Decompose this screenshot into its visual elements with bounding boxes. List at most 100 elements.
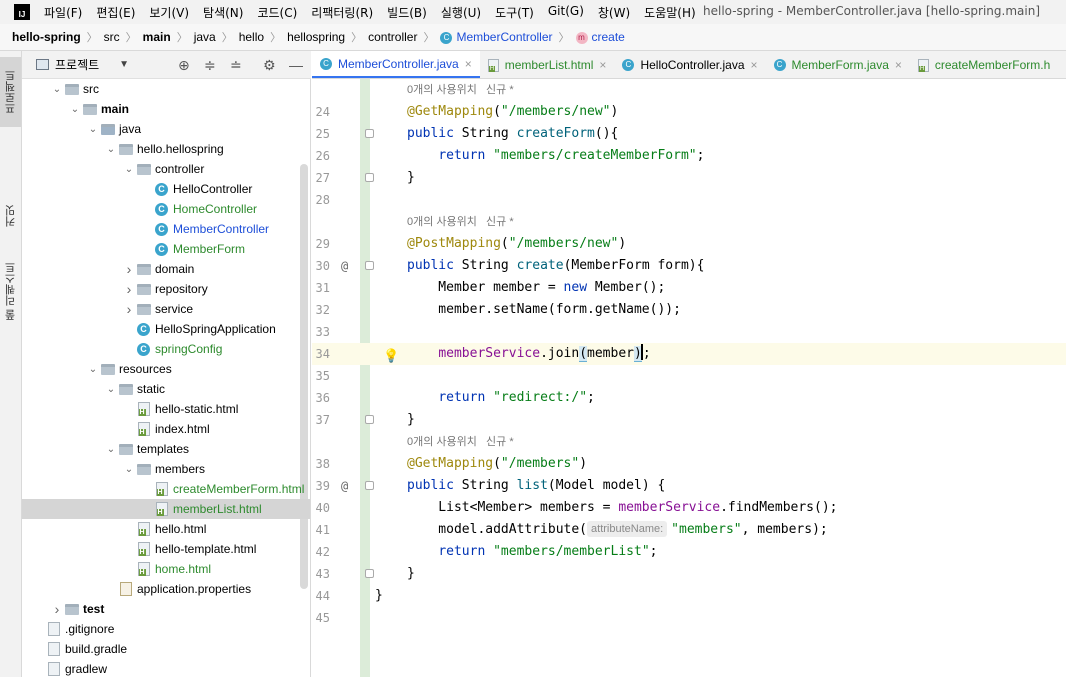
editor-tab[interactable]: createMemberForm.h bbox=[910, 51, 1058, 78]
code-line[interactable]: 37} bbox=[312, 409, 1066, 431]
close-icon[interactable]: × bbox=[599, 58, 606, 72]
intellij-logo-icon[interactable]: IJ bbox=[14, 4, 30, 20]
fold-marker-icon[interactable] bbox=[365, 129, 374, 138]
fold-marker-icon[interactable] bbox=[365, 481, 374, 490]
editor-tab[interactable]: memberList.html × bbox=[480, 51, 615, 78]
breadcrumb-item[interactable]: C MemberController bbox=[440, 30, 553, 44]
tool-tab-commit[interactable]: 커밋 bbox=[0, 191, 21, 241]
tree-item[interactable]: ⌄ members bbox=[22, 459, 310, 479]
tool-tab-pull-requests[interactable]: 풀 리퀘스트 bbox=[0, 251, 21, 331]
tree-item[interactable]: C MemberController bbox=[22, 219, 310, 239]
editor-tab[interactable]: C MemberController.java × bbox=[312, 51, 480, 78]
gear-icon[interactable]: ⚙ bbox=[263, 57, 276, 73]
menu-item[interactable]: 편집(E) bbox=[96, 4, 135, 21]
tree-item[interactable]: memberList.html bbox=[22, 499, 310, 519]
tree-item[interactable]: ⌄ java bbox=[22, 119, 310, 139]
menu-item[interactable]: 도구(T) bbox=[495, 4, 534, 21]
menu-item[interactable]: 빌드(B) bbox=[387, 4, 427, 21]
editor-tab[interactable]: C MemberForm.java × bbox=[766, 51, 910, 78]
chevron-down-icon[interactable]: ⌄ bbox=[104, 144, 118, 155]
tree-item[interactable]: hello-template.html bbox=[22, 539, 310, 559]
usage-hint[interactable]: 0개의 사용위치 신규 * bbox=[407, 211, 514, 233]
fold-marker-icon[interactable] bbox=[365, 173, 374, 182]
usage-hint[interactable]: 0개의 사용위치 신규 * bbox=[407, 431, 514, 453]
tree-item[interactable]: CspringConfig bbox=[22, 339, 310, 359]
breadcrumb-item[interactable]: java bbox=[194, 30, 216, 44]
breadcrumb-item[interactable]: m create bbox=[575, 30, 625, 44]
code-line[interactable]: 26 return "members/createMemberForm"; bbox=[312, 145, 1066, 167]
tree-item[interactable]: › domain bbox=[22, 259, 310, 279]
tree-item[interactable]: index.html bbox=[22, 419, 310, 439]
menu-item[interactable]: 보기(V) bbox=[149, 4, 189, 21]
code-line[interactable]: 34 💡 memberService.join(member); bbox=[312, 343, 1066, 365]
tree-item[interactable]: C HelloController bbox=[22, 179, 310, 199]
code-line[interactable]: 33 bbox=[312, 321, 1066, 343]
chevron-down-icon[interactable]: ⌄ bbox=[50, 84, 64, 95]
code-line[interactable]: 35 bbox=[312, 365, 1066, 387]
fold-marker-icon[interactable] bbox=[365, 415, 374, 424]
tree-item[interactable]: ⌄ resources bbox=[22, 359, 310, 379]
chevron-right-icon[interactable]: › bbox=[122, 261, 136, 277]
tree-item[interactable]: createMemberForm.html bbox=[22, 479, 310, 499]
tree-item[interactable]: › test bbox=[22, 599, 310, 619]
code-line[interactable]: 43} bbox=[312, 563, 1066, 585]
tree-item[interactable]: hello.html bbox=[22, 519, 310, 539]
breadcrumb-item[interactable]: hello-spring bbox=[12, 30, 81, 44]
tree-item[interactable]: gradlew bbox=[22, 659, 310, 677]
menu-item[interactable]: Git(G) bbox=[548, 4, 584, 21]
code-line[interactable]: 30 @ public String create(MemberForm form)… bbox=[312, 255, 1066, 277]
breadcrumb-item[interactable]: hello bbox=[239, 30, 264, 44]
code-line[interactable]: 29 @PostMapping("/members/new") bbox=[312, 233, 1066, 255]
code-line[interactable]: 31 Member member = new Member(); bbox=[312, 277, 1066, 299]
project-panel-title[interactable]: 프로젝트 bbox=[55, 56, 99, 73]
chevron-down-icon[interactable]: ⌄ bbox=[104, 384, 118, 395]
code-line[interactable]: 45 bbox=[312, 607, 1066, 629]
menu-item[interactable]: 파일(F) bbox=[44, 4, 82, 21]
code-line[interactable]: 36 return "redirect:/"; bbox=[312, 387, 1066, 409]
implementation-marker-icon[interactable]: @ bbox=[341, 475, 348, 497]
code-line[interactable]: 24 @GetMapping("/members/new") bbox=[312, 101, 1066, 123]
tree-item[interactable]: › repository bbox=[22, 279, 310, 299]
code-line[interactable]: 44} bbox=[312, 585, 1066, 607]
code-line[interactable]: 25 public String createForm(){ bbox=[312, 123, 1066, 145]
collapse-all-icon[interactable]: ≐ bbox=[230, 57, 242, 73]
code-line[interactable]: 27} bbox=[312, 167, 1066, 189]
code-editor[interactable]: 0개의 사용위치 신규 * 24 @GetMapping("/members/new… bbox=[312, 79, 1066, 677]
menu-item[interactable]: 창(W) bbox=[598, 4, 630, 21]
locate-icon[interactable]: ⊕ bbox=[178, 57, 190, 73]
code-line[interactable]: 40 List<Member> members = memberService.… bbox=[312, 497, 1066, 519]
code-line[interactable]: 28 bbox=[312, 189, 1066, 211]
chevron-right-icon[interactable]: › bbox=[122, 301, 136, 317]
tree-item[interactable]: ⌄ templates bbox=[22, 439, 310, 459]
breadcrumb-item[interactable]: controller bbox=[368, 30, 417, 44]
tree-item[interactable]: ⌄ main bbox=[22, 99, 310, 119]
code-line[interactable]: 32 member.setName(form.getName()); bbox=[312, 299, 1066, 321]
close-icon[interactable]: × bbox=[751, 58, 758, 72]
chevron-down-icon[interactable]: ⌄ bbox=[122, 164, 136, 175]
chevron-down-icon[interactable]: ⌄ bbox=[68, 104, 82, 115]
tree-item[interactable]: .gitignore bbox=[22, 619, 310, 639]
implementation-marker-icon[interactable]: @ bbox=[341, 255, 348, 277]
code-line[interactable]: 42 return "members/memberList"; bbox=[312, 541, 1066, 563]
chevron-down-icon[interactable]: ⌄ bbox=[122, 464, 136, 475]
tree-item[interactable]: C HomeController bbox=[22, 199, 310, 219]
breadcrumb-item[interactable]: hellospring bbox=[287, 30, 345, 44]
expand-all-icon[interactable]: ≑ bbox=[204, 57, 216, 73]
code-line[interactable]: 41 model.addAttribute(attributeName: "mem… bbox=[312, 519, 1066, 541]
tree-item[interactable]: ⌄ src bbox=[22, 79, 310, 99]
tree-item[interactable]: application.properties bbox=[22, 579, 310, 599]
chevron-down-icon[interactable]: ⌄ bbox=[104, 444, 118, 455]
chevron-down-icon[interactable]: ▼ bbox=[119, 59, 129, 70]
tree-item[interactable]: home.html bbox=[22, 559, 310, 579]
editor-tab[interactable]: C HelloController.java × bbox=[614, 51, 765, 78]
tree-item[interactable]: › service bbox=[22, 299, 310, 319]
tree-item[interactable]: ⌄ static bbox=[22, 379, 310, 399]
menu-item[interactable]: 탐색(N) bbox=[203, 4, 243, 21]
menu-item[interactable]: 리팩터링(R) bbox=[311, 4, 373, 21]
close-icon[interactable]: × bbox=[895, 58, 902, 72]
close-icon[interactable]: × bbox=[465, 57, 472, 71]
code-line[interactable]: 38 @GetMapping("/members") bbox=[312, 453, 1066, 475]
fold-marker-icon[interactable] bbox=[365, 261, 374, 270]
tree-item[interactable]: C MemberForm bbox=[22, 239, 310, 259]
breadcrumb-item[interactable]: src bbox=[104, 30, 120, 44]
